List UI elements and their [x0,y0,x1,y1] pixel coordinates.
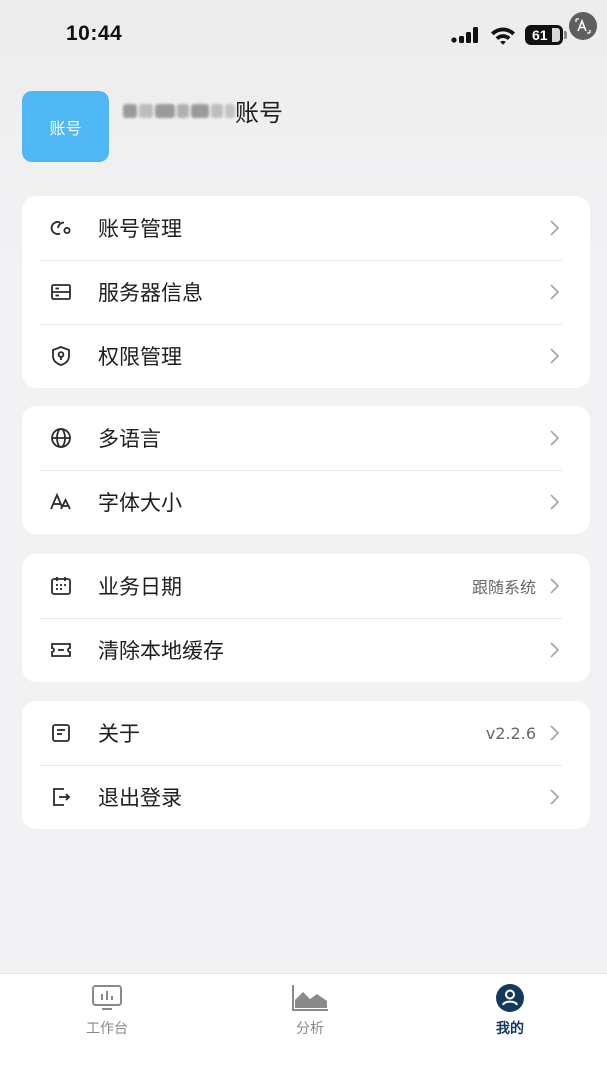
menu-item-font-size[interactable]: 字体大小 [22,470,590,534]
avatar[interactable]: 账号 [22,91,109,162]
logout-icon [48,784,74,810]
redacted-account-id [123,99,235,123]
status-bar: 10:44 61 [0,0,607,70]
chevron-right-icon [550,578,560,594]
menu-item-language[interactable]: 多语言 [22,406,590,470]
menu-item-server-info[interactable]: 服务器信息 [22,260,590,324]
chevron-right-icon [550,220,560,236]
tab-mine[interactable]: 我的 [450,983,570,1038]
info-doc-icon [48,720,74,746]
tab-label: 我的 [496,1021,524,1037]
tab-analysis[interactable]: 分析 [250,983,370,1038]
shield-key-icon [48,343,74,369]
menu-item-permission-management[interactable]: 权限管理 [22,324,590,388]
tab-workbench[interactable]: 工作台 [47,983,167,1038]
chevron-right-icon [550,725,560,741]
menu-item-label: 多语言 [98,427,161,451]
status-time: 10:44 [66,22,123,45]
menu-item-account-management[interactable]: 账号管理 [22,196,590,260]
settings-group-about: 关于 v2.2.6 退出登录 [22,701,590,829]
menu-item-label: 退出登录 [98,786,182,810]
menu-item-label: 字体大小 [98,491,182,515]
settings-group-display: 多语言 字体大小 [22,406,590,534]
settings-group-account: 账号管理 服务器信息 权限管理 [22,196,590,388]
battery-level: 61 [532,27,548,43]
account-link-icon [48,215,74,241]
cache-ticket-icon [48,637,74,663]
menu-item-logout[interactable]: 退出登录 [22,765,590,829]
status-icons: 61 [451,25,567,45]
menu-item-label: 关于 [98,722,140,746]
signal-icon [451,27,478,43]
bottom-tab-bar: 工作台 分析 我的 [0,973,607,1080]
menu-item-label: 服务器信息 [98,281,203,305]
account-name: 账号 [123,93,283,128]
menu-item-label: 业务日期 [98,575,182,599]
globe-icon [48,425,74,451]
server-icon [48,279,74,305]
chevron-right-icon [550,789,560,805]
business-date-value: 跟随系统 [471,578,536,597]
tab-label: 工作台 [86,1021,128,1037]
translate-icon [575,18,591,34]
tab-label: 分析 [296,1021,324,1037]
menu-item-label: 权限管理 [98,345,182,369]
dashboard-icon [92,985,122,1010]
chevron-right-icon [550,348,560,364]
font-size-icon [48,489,74,515]
menu-item-about[interactable]: 关于 v2.2.6 [22,701,590,765]
battery-indicator: 61 [525,25,563,45]
chevron-right-icon [550,494,560,510]
settings-group-data: 业务日期 跟随系统 清除本地缓存 [22,554,590,682]
account-suffix: 账号 [235,99,283,127]
menu-item-label: 账号管理 [98,217,182,241]
chevron-right-icon [550,642,560,658]
menu-item-business-date[interactable]: 业务日期 跟随系统 [22,554,590,618]
menu-item-label: 清除本地缓存 [98,639,224,663]
profile-header[interactable]: 账号 账号 [22,91,283,162]
app-version: v2.2.6 [485,723,536,743]
menu-item-clear-cache[interactable]: 清除本地缓存 [22,618,590,682]
calendar-icon [48,573,74,599]
wifi-icon [491,27,515,45]
chevron-right-icon [550,430,560,446]
profile-icon [496,984,524,1012]
analysis-chart-icon [292,985,328,1011]
chevron-right-icon [550,284,560,300]
translate-button[interactable] [569,12,597,40]
